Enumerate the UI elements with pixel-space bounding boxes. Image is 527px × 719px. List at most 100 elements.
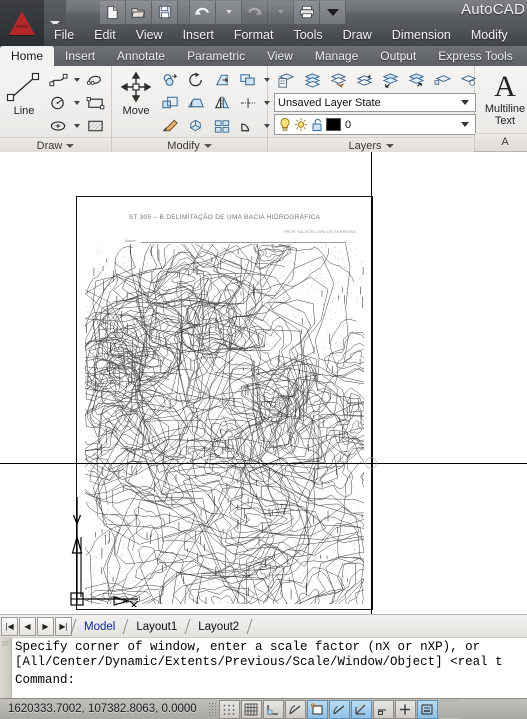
menu-tools[interactable]: Tools: [283, 24, 332, 46]
line-button[interactable]: Line: [4, 69, 44, 117]
tab-insert[interactable]: Insert: [54, 46, 106, 66]
snap-mode-toggle[interactable]: [218, 700, 240, 719]
polar-tracking-toggle[interactable]: [284, 700, 306, 719]
tab-manage[interactable]: Manage: [304, 46, 369, 66]
polyline-button[interactable]: [46, 69, 71, 91]
tab-view[interactable]: View: [256, 46, 304, 66]
spline-button[interactable]: [83, 69, 108, 91]
chevron-down-icon: [203, 144, 212, 149]
tab-layout1[interactable]: Layout1: [127, 616, 186, 638]
layer-merge-button[interactable]: [430, 69, 455, 91]
layer-isolate-button[interactable]: [300, 69, 325, 91]
undo-dropdown[interactable]: [216, 0, 242, 24]
redo-dropdown[interactable]: [268, 0, 294, 24]
tab-home[interactable]: Home: [0, 46, 55, 66]
fillet-button[interactable]: [236, 92, 261, 114]
unlock-icon[interactable]: [310, 117, 324, 132]
save-button[interactable]: [152, 0, 178, 24]
menu-dimension[interactable]: Dimension: [382, 24, 461, 46]
tab-layout2[interactable]: Layout2: [189, 616, 248, 638]
move-button-label: Move: [122, 105, 150, 117]
application-menu-button[interactable]: [0, 0, 44, 46]
trim-button[interactable]: [210, 69, 235, 91]
tab-express-tools[interactable]: Express Tools: [427, 46, 523, 66]
layer-match-button[interactable]: [352, 69, 377, 91]
rectangle-button[interactable]: [83, 92, 108, 114]
layer-make-current-icon: [408, 72, 425, 87]
command-window-gripper[interactable]: [0, 638, 12, 699]
panel-annotation-label: A: [501, 136, 509, 148]
stretch-button[interactable]: [184, 92, 209, 114]
layer-properties-button[interactable]: [274, 69, 299, 91]
multiline-text-button[interactable]: A Multiline Text: [479, 69, 527, 127]
plot-button[interactable]: [294, 0, 320, 24]
offset-button[interactable]: [210, 115, 235, 137]
tab-output[interactable]: Output: [369, 46, 427, 66]
prev-tab-button[interactable]: ◀: [19, 617, 36, 636]
explode-button[interactable]: [184, 115, 209, 137]
drawing-canvas[interactable]: ST 305 – B DELIMITAÇÃO DE UMA BACIA HIDR…: [0, 152, 527, 614]
grid-display-toggle[interactable]: [240, 700, 262, 719]
sun-icon[interactable]: [294, 117, 308, 132]
ellipse-dropdown[interactable]: [72, 116, 82, 136]
lineweight-toggle[interactable]: [416, 700, 438, 719]
layer-color-swatch[interactable]: [326, 118, 341, 131]
redo-button[interactable]: [242, 0, 268, 24]
ortho-icon: [267, 705, 279, 715]
object-snap-toggle[interactable]: [306, 700, 328, 719]
mirror-button[interactable]: [210, 92, 235, 114]
current-layer-combo[interactable]: 0: [274, 114, 476, 135]
object-snap-tracking-toggle[interactable]: [350, 700, 372, 719]
chamfer-button[interactable]: [236, 115, 261, 137]
menu-modify[interactable]: Modify: [461, 24, 518, 46]
circle-button[interactable]: [46, 92, 71, 114]
sheet-name-rule: [141, 242, 346, 243]
move-button[interactable]: Move: [116, 69, 156, 117]
copy-button[interactable]: [158, 69, 183, 91]
command-window[interactable]: Specify corner of window, enter a scale …: [0, 637, 527, 699]
ellipse-button[interactable]: [46, 115, 71, 137]
circle-dropdown[interactable]: [72, 93, 82, 113]
dynamic-input-toggle[interactable]: [394, 700, 416, 719]
dynamic-ucs-toggle[interactable]: [372, 700, 394, 719]
next-tab-button[interactable]: ▶: [37, 617, 54, 636]
scale-icon: [162, 96, 178, 109]
match-properties-button[interactable]: [158, 115, 183, 137]
scale-button[interactable]: [158, 92, 183, 114]
layer-previous-button[interactable]: [378, 69, 403, 91]
undo-icon: [194, 7, 209, 15]
layer-freeze-button[interactable]: [326, 69, 351, 91]
coordinate-readout[interactable]: 1620333.7002, 107382.8063, 0.0000: [0, 700, 205, 719]
menu-format[interactable]: Format: [224, 24, 284, 46]
3d-object-snap-toggle[interactable]: [328, 700, 350, 719]
ribbon-panel-area: Line Draw Move Modify Unsaved Layer Stat…: [0, 66, 527, 155]
command-prompt[interactable]: Command:: [15, 673, 527, 688]
new-button[interactable]: [100, 0, 126, 24]
lightbulb-icon[interactable]: [278, 117, 292, 132]
menu-view[interactable]: View: [126, 24, 173, 46]
save-icon: [158, 5, 171, 19]
command-line-1: Specify corner of window, enter a scale …: [15, 640, 481, 654]
array-button[interactable]: [236, 69, 261, 91]
menu-edit[interactable]: Edit: [84, 24, 126, 46]
layer-state-combo[interactable]: Unsaved Layer State: [274, 93, 476, 112]
rotate-button[interactable]: [184, 69, 209, 91]
menu-file[interactable]: File: [44, 24, 84, 46]
qat-customize-button[interactable]: [320, 0, 346, 24]
menu-draw[interactable]: Draw: [333, 24, 382, 46]
ortho-mode-toggle[interactable]: [262, 700, 284, 719]
grid-icon: [244, 703, 258, 716]
layer-make-current-button[interactable]: [404, 69, 429, 91]
polyline-dropdown[interactable]: [72, 70, 82, 90]
menu-insert[interactable]: Insert: [173, 24, 224, 46]
undo-button[interactable]: [190, 0, 216, 24]
tab-model[interactable]: Model: [75, 616, 124, 638]
tab-annotate[interactable]: Annotate: [106, 46, 176, 66]
tab-parametric[interactable]: Parametric: [176, 46, 256, 66]
hatch-button[interactable]: [83, 115, 108, 137]
first-tab-button[interactable]: |◀: [1, 617, 18, 636]
last-tab-button[interactable]: ▶|: [55, 617, 72, 636]
open-button[interactable]: [126, 0, 152, 24]
panel-annotation-title[interactable]: A: [475, 133, 527, 151]
sheet-name-label: Nome:: [125, 238, 137, 243]
